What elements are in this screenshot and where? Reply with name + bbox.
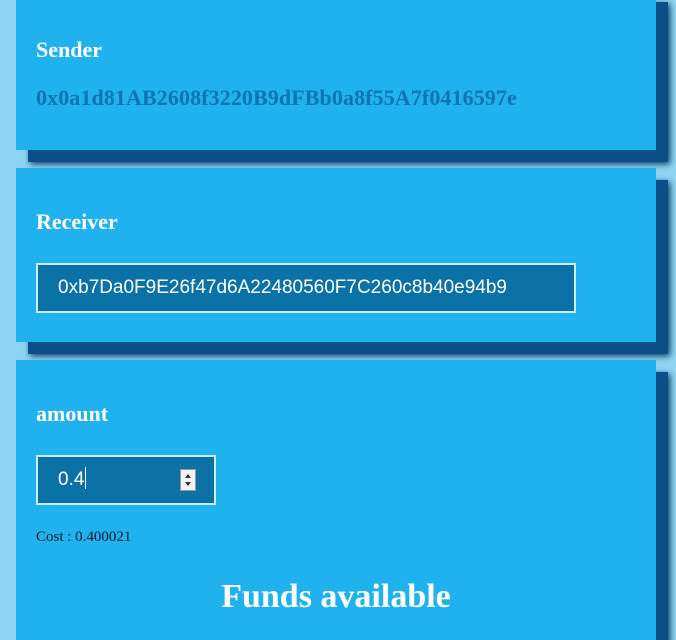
amount-card: amount 0.4 Cost : 0.400021 Funds availab… <box>16 360 656 640</box>
text-caret <box>85 467 87 490</box>
sender-address: 0x0a1d81AB2608f3220B9dFBb0a8f55A7f041659… <box>36 85 517 110</box>
funds-available-heading: Funds available <box>221 578 451 615</box>
receiver-address-input[interactable]: 0xb7Da0F9E26f47d6A22480560F7C260c8b40e94… <box>36 263 576 313</box>
amount-label: amount <box>36 401 109 426</box>
sender-label: Sender <box>36 37 102 62</box>
stepper-up-icon[interactable] <box>185 474 191 478</box>
stepper-down-icon[interactable] <box>185 482 191 486</box>
amount-value: 0.4 <box>58 469 85 490</box>
amount-stepper[interactable] <box>180 469 196 491</box>
receiver-card: Receiver 0xb7Da0F9E26f47d6A22480560F7C26… <box>16 168 656 342</box>
cost-text: Cost : 0.400021 <box>36 529 132 545</box>
receiver-label: Receiver <box>36 209 118 234</box>
receiver-address-value: 0xb7Da0F9E26f47d6A22480560F7C260c8b40e94… <box>58 277 507 298</box>
amount-input[interactable]: 0.4 <box>36 455 216 505</box>
sender-card: Sender 0x0a1d81AB2608f3220B9dFBb0a8f55A7… <box>16 0 656 150</box>
